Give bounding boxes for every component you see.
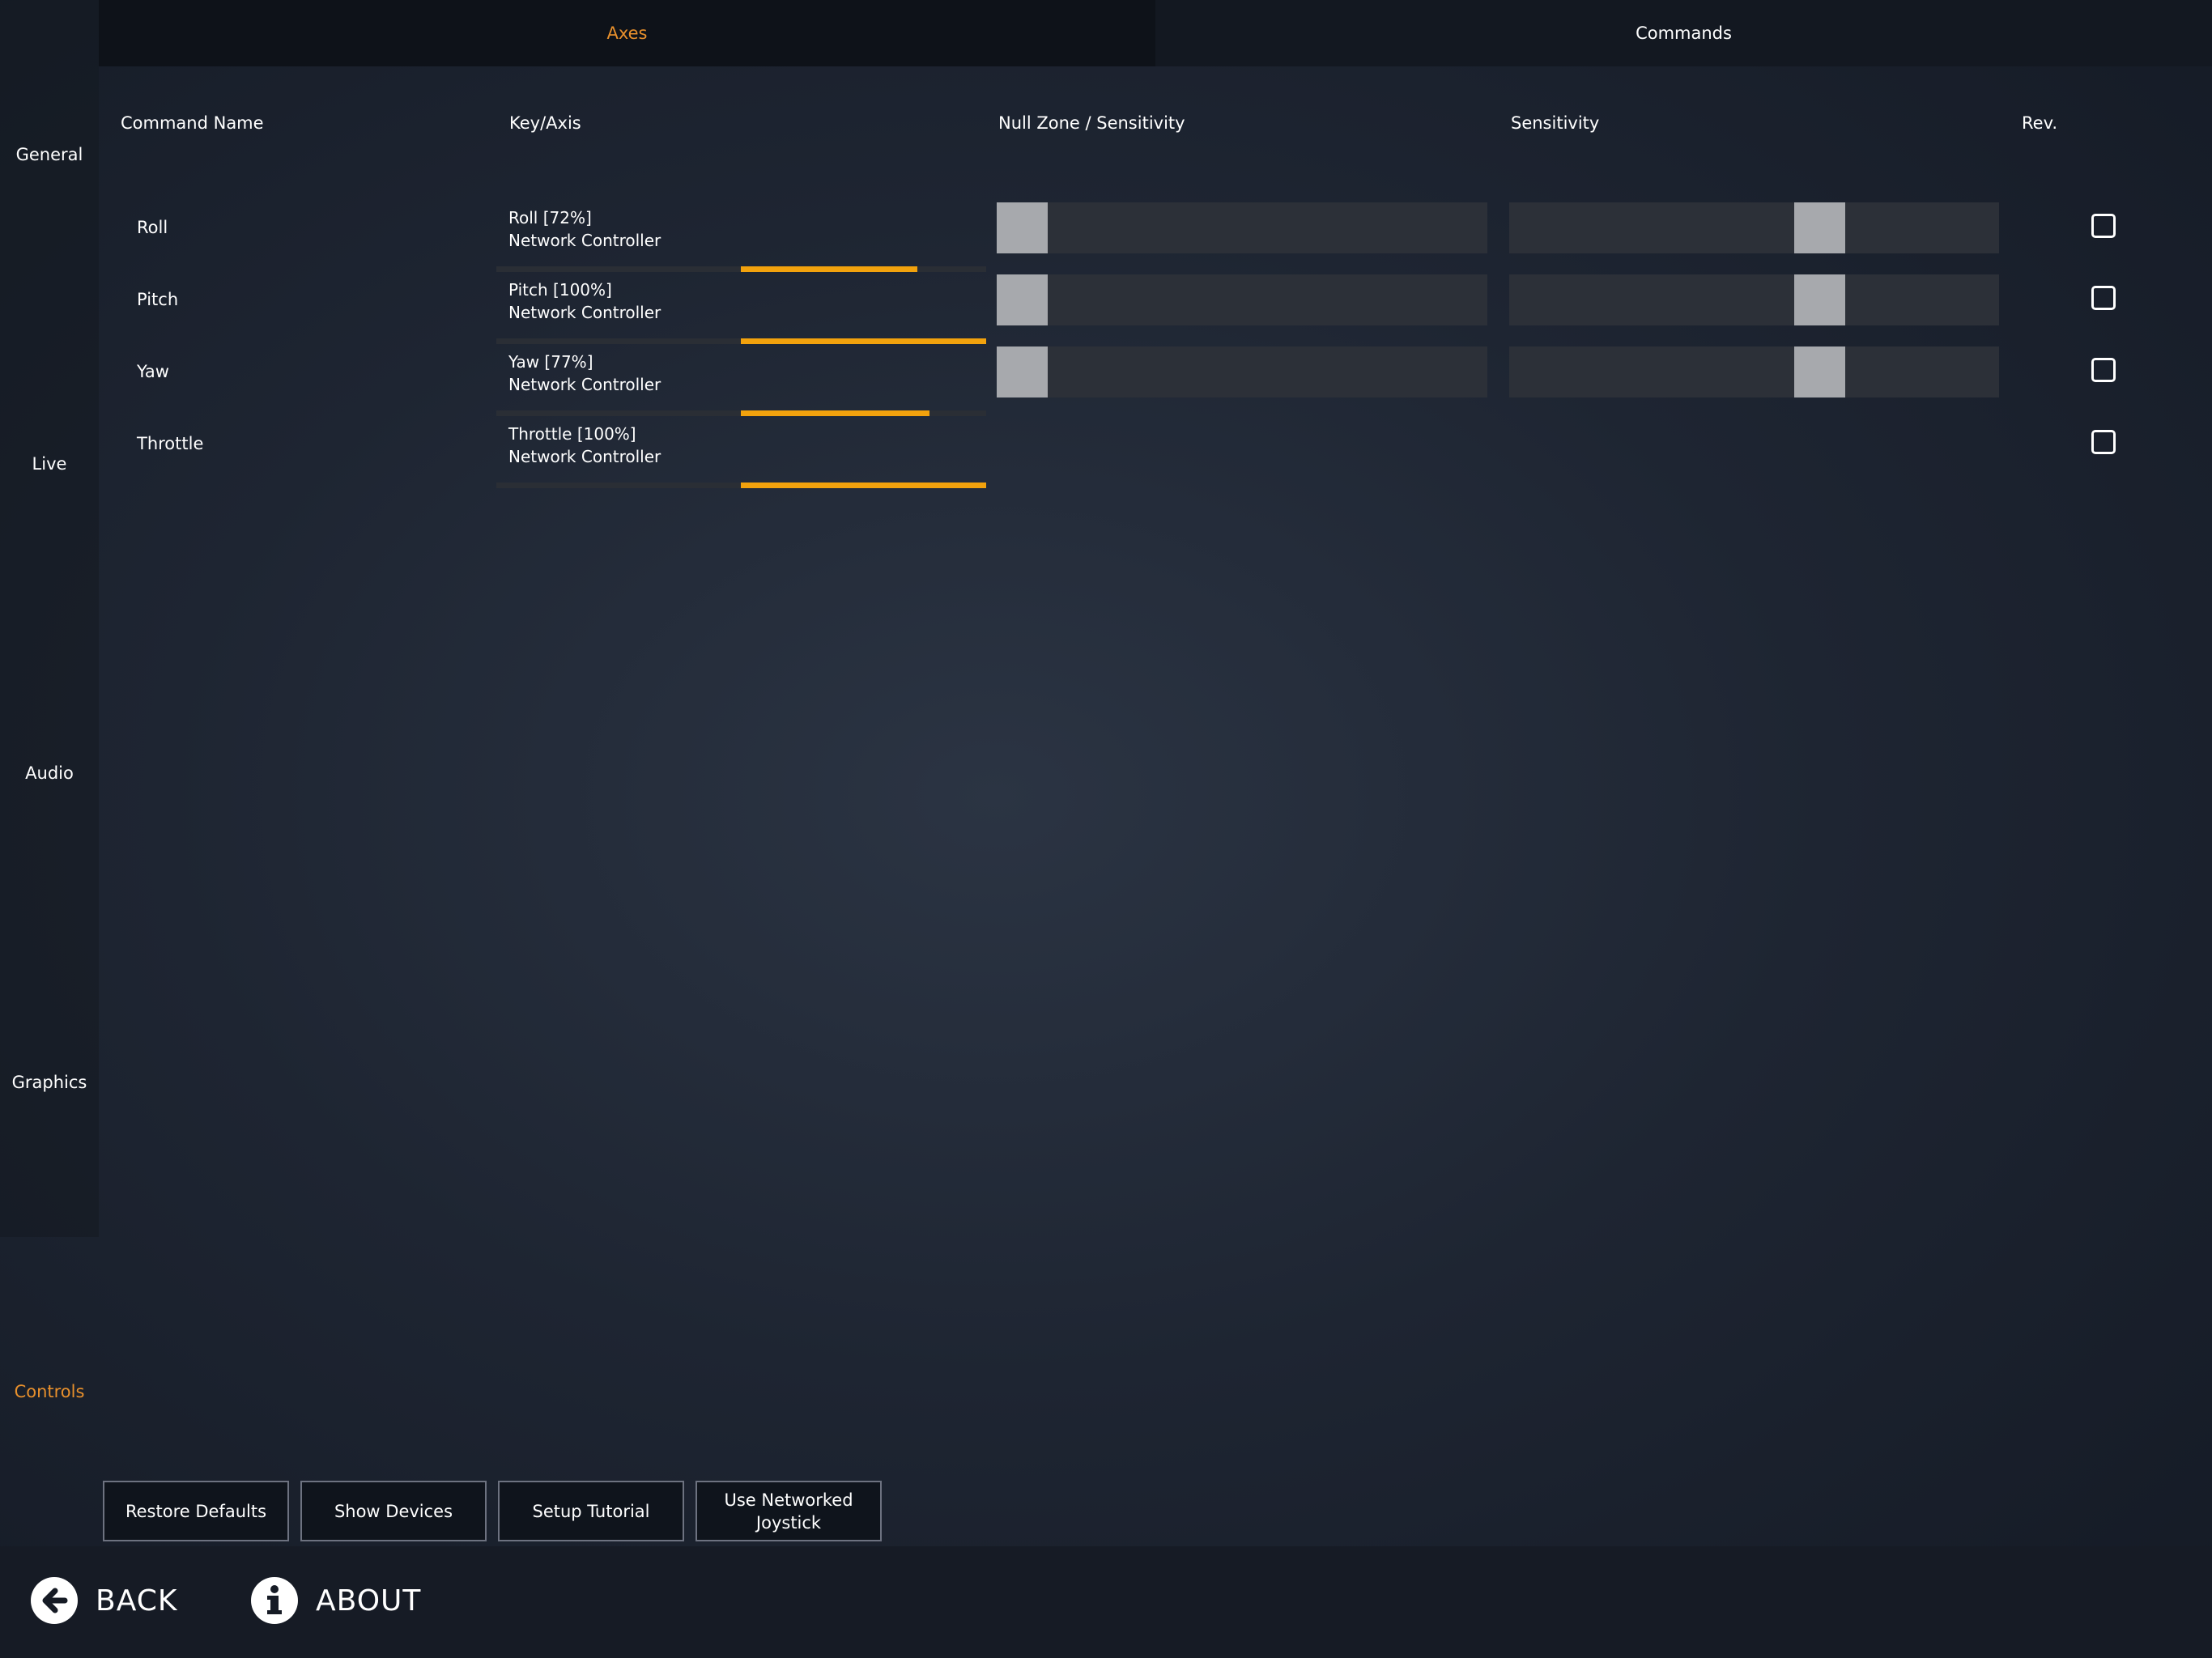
reverse-checkbox-roll[interactable] bbox=[2091, 214, 2116, 238]
slider-thumb[interactable] bbox=[1794, 346, 1845, 397]
sidebar-item-general[interactable]: General bbox=[0, 145, 99, 164]
null-zone-slider-yaw[interactable] bbox=[997, 346, 1487, 397]
slider-thumb[interactable] bbox=[1794, 274, 1845, 325]
axis-label: Roll [72%] bbox=[508, 208, 592, 227]
header-key-axis: Key/Axis bbox=[509, 113, 581, 133]
axis-label: Pitch [100%] bbox=[508, 280, 612, 300]
about-label: ABOUT bbox=[316, 1584, 422, 1618]
header-sensitivity: Sensitivity bbox=[1511, 113, 1600, 133]
sensitivity-slider-yaw[interactable] bbox=[1509, 346, 1999, 397]
row-name-roll: Roll bbox=[137, 218, 168, 237]
show-devices-button[interactable]: Show Devices bbox=[300, 1481, 487, 1541]
sensitivity-slider-pitch[interactable] bbox=[1509, 274, 1999, 325]
slider-thumb[interactable] bbox=[997, 346, 1048, 397]
axis-level-fill bbox=[741, 410, 929, 416]
axis-binding-throttle[interactable]: Throttle [100%] Network Controller bbox=[508, 423, 661, 468]
sidebar-panel bbox=[0, 0, 99, 1237]
reverse-checkbox-yaw[interactable] bbox=[2091, 358, 2116, 382]
about-button[interactable]: ABOUT bbox=[251, 1577, 421, 1624]
axis-binding-yaw[interactable]: Yaw [77%] Network Controller bbox=[508, 351, 661, 396]
axis-level-fill bbox=[741, 483, 986, 488]
device-label: Network Controller bbox=[508, 303, 661, 322]
header-null-zone: Null Zone / Sensitivity bbox=[998, 113, 1185, 133]
axis-level-meter-pitch bbox=[496, 338, 986, 344]
axis-binding-roll[interactable]: Roll [72%] Network Controller bbox=[508, 206, 661, 252]
slider-thumb[interactable] bbox=[1794, 202, 1845, 253]
device-label: Network Controller bbox=[508, 375, 661, 394]
slider-thumb[interactable] bbox=[997, 274, 1048, 325]
sidebar: General Live Audio Graphics Controls bbox=[0, 0, 99, 1546]
axis-level-fill bbox=[741, 338, 986, 344]
axis-level-fill bbox=[741, 266, 917, 272]
restore-defaults-button[interactable]: Restore Defaults bbox=[103, 1481, 289, 1541]
axis-label: Yaw [77%] bbox=[508, 352, 593, 372]
header-command-name: Command Name bbox=[121, 113, 264, 133]
axis-label: Throttle [100%] bbox=[508, 424, 636, 444]
sidebar-item-audio[interactable]: Audio bbox=[0, 763, 99, 783]
null-zone-slider-pitch[interactable] bbox=[997, 274, 1487, 325]
device-label: Network Controller bbox=[508, 447, 661, 466]
axis-level-meter-throttle bbox=[496, 483, 986, 488]
back-button[interactable]: BACK bbox=[31, 1577, 177, 1624]
tab-axes[interactable]: Axes bbox=[99, 0, 1155, 66]
device-label: Network Controller bbox=[508, 231, 661, 250]
tab-commands[interactable]: Commands bbox=[1155, 0, 2212, 66]
setup-tutorial-button[interactable]: Setup Tutorial bbox=[498, 1481, 684, 1541]
row-name-yaw: Yaw bbox=[137, 362, 169, 381]
sensitivity-slider-roll[interactable] bbox=[1509, 202, 1999, 253]
row-name-pitch: Pitch bbox=[137, 290, 179, 309]
info-circle-icon bbox=[251, 1577, 298, 1624]
row-name-throttle: Throttle bbox=[137, 434, 204, 453]
footer-bar: BACK ABOUT bbox=[0, 1546, 2212, 1658]
axis-level-meter-roll bbox=[496, 266, 986, 272]
axis-binding-pitch[interactable]: Pitch [100%] Network Controller bbox=[508, 278, 661, 324]
use-networked-joystick-button[interactable]: Use Networked Joystick bbox=[696, 1481, 882, 1541]
slider-thumb[interactable] bbox=[997, 202, 1048, 253]
sidebar-item-live[interactable]: Live bbox=[0, 454, 99, 474]
sidebar-item-graphics[interactable]: Graphics bbox=[0, 1073, 99, 1092]
arrow-left-circle-icon bbox=[31, 1577, 78, 1624]
back-label: BACK bbox=[96, 1584, 178, 1618]
axis-level-meter-yaw bbox=[496, 410, 986, 416]
null-zone-slider-roll[interactable] bbox=[997, 202, 1487, 253]
tab-bar: Axes Commands bbox=[99, 0, 2212, 66]
reverse-checkbox-pitch[interactable] bbox=[2091, 286, 2116, 310]
sidebar-item-controls[interactable]: Controls bbox=[0, 1382, 99, 1401]
reverse-checkbox-throttle[interactable] bbox=[2091, 430, 2116, 454]
header-rev: Rev. bbox=[2022, 113, 2058, 133]
